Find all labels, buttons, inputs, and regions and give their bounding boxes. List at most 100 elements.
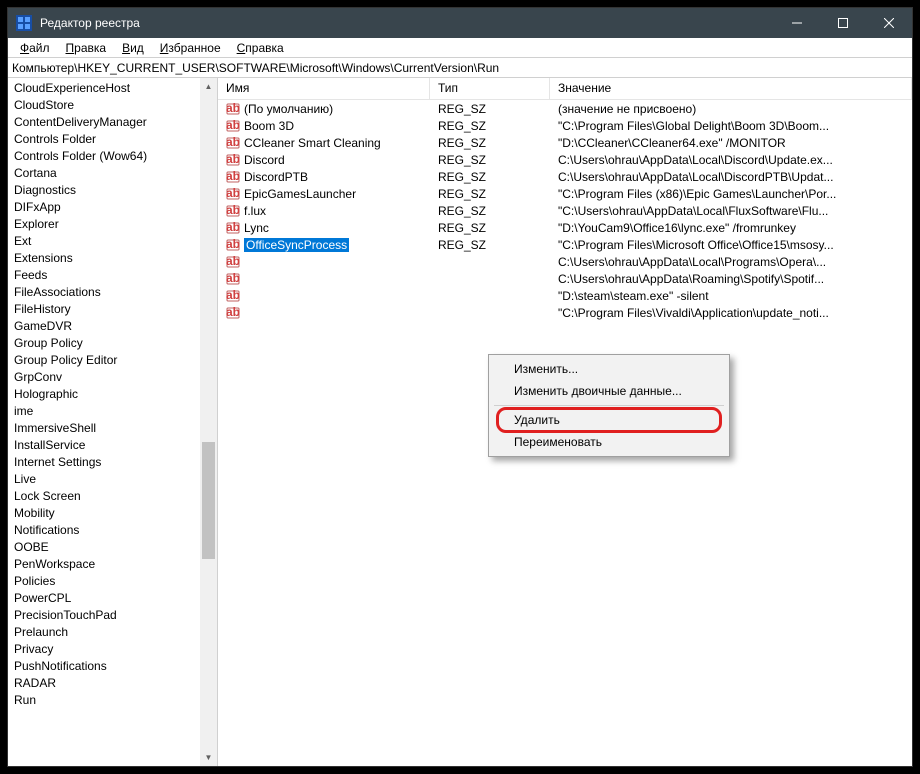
tree-item[interactable]: Cortana <box>14 165 200 182</box>
tree-item[interactable]: Internet Settings <box>14 454 200 471</box>
menu-file[interactable]: Файл <box>12 39 58 57</box>
tree-item[interactable]: Notifications <box>14 522 200 539</box>
tree-item[interactable]: PushNotifications <box>14 658 200 675</box>
tree-item[interactable]: Holographic <box>14 386 200 403</box>
value-row[interactable]: abCCleaner Smart CleaningREG_SZ"D:\CClea… <box>218 134 912 151</box>
string-value-icon: ab <box>226 306 240 320</box>
ctx-delete[interactable]: Удалить <box>492 409 726 431</box>
tree-item[interactable]: FileAssociations <box>14 284 200 301</box>
tree-item[interactable]: Group Policy <box>14 335 200 352</box>
scroll-down-button[interactable]: ▼ <box>200 749 217 766</box>
ctx-modify-binary[interactable]: Изменить двоичные данные... <box>492 380 726 402</box>
tree-item[interactable]: Feeds <box>14 267 200 284</box>
value-row[interactable]: ab(По умолчанию)REG_SZ(значение не присв… <box>218 100 912 117</box>
string-value-icon: ab <box>226 272 240 286</box>
value-name-label: Boom 3D <box>244 119 294 133</box>
value-row[interactable]: abDiscordPTBREG_SZC:\Users\ohrau\AppData… <box>218 168 912 185</box>
value-type-cell: REG_SZ <box>430 187 550 201</box>
string-value-icon: ab <box>226 170 240 184</box>
value-row[interactable]: abBoom 3DREG_SZ"C:\Program Files\Global … <box>218 117 912 134</box>
tree-item[interactable]: Privacy <box>14 641 200 658</box>
regedit-icon <box>16 15 32 31</box>
value-data-cell: "C:\Program Files\Global Delight\Boom 3D… <box>550 119 912 133</box>
tree-item[interactable]: PowerCPL <box>14 590 200 607</box>
tree-item[interactable]: DIFxApp <box>14 199 200 216</box>
value-type-cell: REG_SZ <box>430 119 550 133</box>
value-row[interactable]: abLyncREG_SZ"D:\YouCam9\Office16\lync.ex… <box>218 219 912 236</box>
value-type-cell: REG_SZ <box>430 153 550 167</box>
ctx-rename[interactable]: Переименовать <box>492 431 726 453</box>
value-row[interactable]: abf.luxREG_SZ"C:\Users\ohrau\AppData\Loc… <box>218 202 912 219</box>
value-data-cell: C:\Users\ohrau\AppData\Local\DiscordPTB\… <box>550 170 912 184</box>
window-controls <box>774 8 912 38</box>
col-header-name[interactable]: Имя <box>218 78 430 99</box>
col-header-type[interactable]: Тип <box>430 78 550 99</box>
tree-list[interactable]: CloudExperienceHostCloudStoreContentDeli… <box>8 78 200 766</box>
value-name-cell: ab(По умолчанию) <box>218 102 430 116</box>
tree-item[interactable]: OOBE <box>14 539 200 556</box>
tree-item[interactable]: GameDVR <box>14 318 200 335</box>
value-row[interactable]: ab"D:\steam\steam.exe" -silent <box>218 287 912 304</box>
scroll-track[interactable] <box>200 95 217 749</box>
string-value-icon: ab <box>226 102 240 116</box>
tree-item[interactable]: CloudExperienceHost <box>14 80 200 97</box>
tree-item[interactable]: Extensions <box>14 250 200 267</box>
value-row[interactable]: abEpicGamesLauncherREG_SZ"C:\Program Fil… <box>218 185 912 202</box>
tree-item[interactable]: Mobility <box>14 505 200 522</box>
value-name-label: EpicGamesLauncher <box>244 187 356 201</box>
tree-item[interactable]: Prelaunch <box>14 624 200 641</box>
svg-text:ab: ab <box>226 289 240 302</box>
menu-favorites[interactable]: Избранное <box>152 39 229 57</box>
tree-item[interactable]: ImmersiveShell <box>14 420 200 437</box>
value-row[interactable]: ab "C:\Program Files\Vivaldi\Application\… <box>218 304 912 321</box>
value-name-label: f.lux <box>244 204 266 218</box>
tree-item[interactable]: InstallService <box>14 437 200 454</box>
scroll-up-button[interactable]: ▲ <box>200 78 217 95</box>
tree-item[interactable]: Diagnostics <box>14 182 200 199</box>
scroll-thumb[interactable] <box>202 442 215 560</box>
value-row[interactable]: abDiscordREG_SZC:\Users\ohrau\AppData\Lo… <box>218 151 912 168</box>
tree-item[interactable]: ContentDeliveryManager <box>14 114 200 131</box>
tree-item[interactable]: PenWorkspace <box>14 556 200 573</box>
tree-item[interactable]: Lock Screen <box>14 488 200 505</box>
svg-text:ab: ab <box>226 136 240 149</box>
tree-item[interactable]: FileHistory <box>14 301 200 318</box>
menu-help[interactable]: Справка <box>229 39 292 57</box>
svg-text:ab: ab <box>226 153 240 166</box>
string-value-icon: ab <box>226 238 240 252</box>
tree-item[interactable]: Live <box>14 471 200 488</box>
address-bar[interactable]: Компьютер\HKEY_CURRENT_USER\SOFTWARE\Mic… <box>8 58 912 78</box>
tree-item[interactable]: Run <box>14 692 200 709</box>
tree-item[interactable]: RADAR <box>14 675 200 692</box>
tree-item[interactable]: Ext <box>14 233 200 250</box>
tree-scrollbar[interactable]: ▲ ▼ <box>200 78 217 766</box>
tree-item[interactable]: GrpConv <box>14 369 200 386</box>
value-row[interactable]: abC:\Users\ohrau\AppData\Local\Programs\… <box>218 253 912 270</box>
tree-item[interactable]: CloudStore <box>14 97 200 114</box>
minimize-button[interactable] <box>774 8 820 38</box>
tree-item[interactable]: ime <box>14 403 200 420</box>
svg-text:ab: ab <box>226 238 240 251</box>
tree-item[interactable]: PrecisionTouchPad <box>14 607 200 624</box>
tree-item[interactable]: Group Policy Editor <box>14 352 200 369</box>
tree-item[interactable]: Controls Folder <box>14 131 200 148</box>
menu-edit[interactable]: Правка <box>58 39 115 57</box>
value-data-cell: "C:\Program Files\Vivaldi\Application\up… <box>550 306 912 320</box>
maximize-button[interactable] <box>820 8 866 38</box>
close-button[interactable] <box>866 8 912 38</box>
tree-item[interactable]: Explorer <box>14 216 200 233</box>
tree-item[interactable]: Policies <box>14 573 200 590</box>
value-type-cell: REG_SZ <box>430 170 550 184</box>
value-name-cell: ab <box>218 306 430 320</box>
value-row[interactable]: abC:\Users\ohrau\AppData\Roaming\Spotify… <box>218 270 912 287</box>
string-value-icon: ab <box>226 136 240 150</box>
titlebar[interactable]: Редактор реестра <box>8 8 912 38</box>
value-name-label: Discord <box>244 153 285 167</box>
ctx-separator <box>494 405 724 406</box>
tree-item[interactable]: Controls Folder (Wow64) <box>14 148 200 165</box>
ctx-modify[interactable]: Изменить... <box>492 358 726 380</box>
string-value-icon: ab <box>226 221 240 235</box>
col-header-value[interactable]: Значение <box>550 78 912 99</box>
menu-view[interactable]: Вид <box>114 39 152 57</box>
value-row[interactable]: abOfficeSyncProcessREG_SZ"C:\Program Fil… <box>218 236 912 253</box>
